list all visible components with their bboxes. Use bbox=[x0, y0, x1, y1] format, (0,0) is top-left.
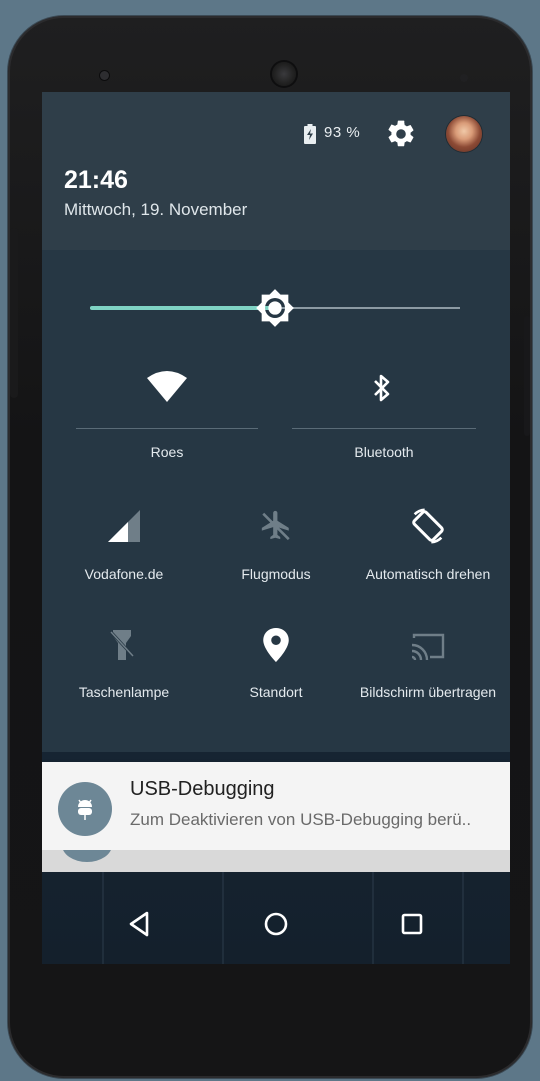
power-button bbox=[10, 228, 18, 398]
tile-label: Flugmodus bbox=[241, 566, 311, 582]
tile-label: Bildschirm übertragen bbox=[359, 684, 497, 700]
tile-label: Roes bbox=[150, 444, 184, 460]
clock-date: Mittwoch, 19. November bbox=[64, 200, 248, 219]
airplane-icon bbox=[261, 510, 290, 541]
tile-label: Vodafone.de bbox=[84, 566, 164, 582]
home-icon[interactable] bbox=[256, 904, 296, 944]
auto-rotate-icon bbox=[412, 508, 444, 544]
clock-time: 21:46 bbox=[64, 166, 128, 194]
proximity-sensor bbox=[460, 74, 468, 82]
stacked-notification-icon bbox=[62, 850, 112, 862]
back-icon[interactable] bbox=[120, 904, 160, 944]
flashlight-icon bbox=[110, 630, 134, 660]
tile-divider bbox=[76, 428, 258, 429]
user-avatar[interactable] bbox=[446, 116, 482, 152]
tile-label: Automatisch drehen bbox=[365, 566, 491, 582]
tile-label: Standort bbox=[249, 684, 303, 700]
earpiece-speaker bbox=[272, 62, 296, 86]
navigation-bar bbox=[42, 886, 510, 964]
cast-icon bbox=[411, 633, 445, 660]
tile-label: Taschenlampe bbox=[78, 684, 170, 700]
battery-percent: 93 % bbox=[324, 124, 361, 141]
quick-settings-panel: Roes Bluetooth Vodafone.de Flugmodus Aut… bbox=[42, 250, 510, 752]
tile-divider bbox=[292, 428, 476, 429]
android-debug-icon bbox=[58, 782, 112, 836]
notification-header: 93 % 21:46 Mittwoch, 19. November bbox=[42, 92, 510, 250]
bluetooth-icon bbox=[374, 374, 390, 402]
screen: 93 % 21:46 Mittwoch, 19. November Roes B… bbox=[42, 92, 510, 964]
brightness-icon[interactable] bbox=[255, 288, 295, 328]
notification-text: Zum Deaktivieren von USB-Debugging berü.… bbox=[130, 810, 472, 829]
notification-title: USB-Debugging bbox=[130, 778, 275, 800]
volume-button bbox=[524, 316, 530, 436]
notification-card[interactable]: USB-Debugging Zum Deaktivieren von USB-D… bbox=[42, 762, 510, 850]
cell-signal-icon bbox=[108, 510, 140, 542]
stacked-notification[interactable] bbox=[42, 850, 510, 872]
battery-charging-icon bbox=[304, 124, 316, 144]
front-camera bbox=[100, 71, 109, 80]
location-icon bbox=[263, 628, 289, 662]
recents-icon[interactable] bbox=[392, 904, 432, 944]
tile-label: Bluetooth bbox=[354, 444, 414, 460]
brightness-fill bbox=[90, 306, 275, 310]
wifi-icon bbox=[147, 371, 187, 402]
gear-icon[interactable] bbox=[385, 118, 417, 150]
